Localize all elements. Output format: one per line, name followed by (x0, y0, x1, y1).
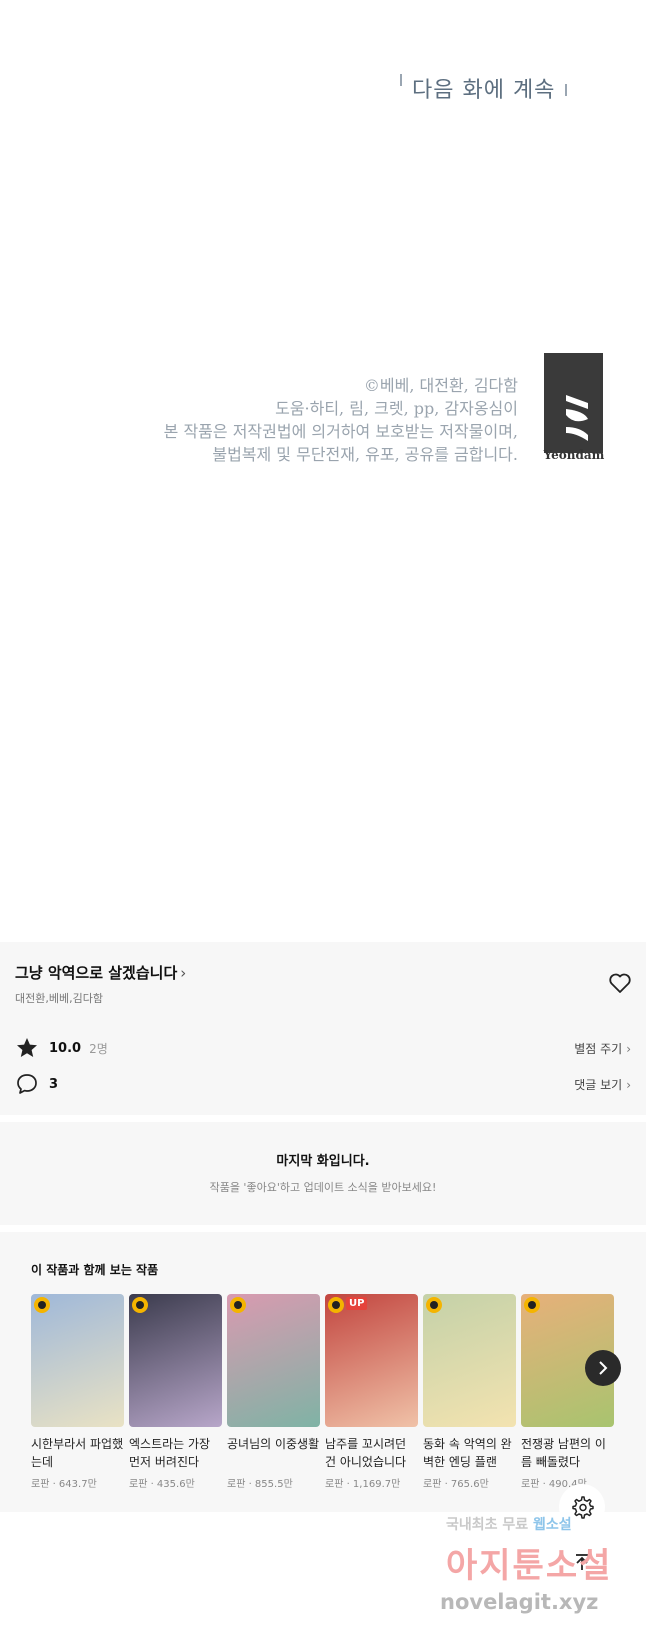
star-icon (17, 1038, 37, 1057)
settings-button[interactable] (559, 1484, 605, 1530)
comment-icon (17, 1074, 37, 1094)
to-be-continued-banner: 다음 화에 계속 (400, 72, 568, 104)
to-be-continued-text: 다음 화에 계속 (412, 78, 556, 103)
cover-thumbnail: UP (325, 1294, 418, 1427)
series-authors: 대전환,베베,김다함 (15, 992, 103, 1005)
clock-icon (34, 1297, 50, 1313)
heart-icon[interactable] (608, 972, 632, 994)
credit-line: 본 작품은 저작권법에 의거하여 보호받는 저작물이며, (163, 422, 518, 441)
up-badge: UP (346, 1297, 368, 1310)
last-episode-notice: 마지막 화입니다. 작품을 '좋아요'하고 업데이트 소식을 받아보세요! (0, 1122, 646, 1225)
watermark-line1a: 국내최초 무료 (446, 1517, 529, 1533)
clock-icon (524, 1297, 540, 1313)
chevron-right-icon: › (180, 964, 187, 982)
clock-icon (132, 1297, 148, 1313)
recommendation-card[interactable]: 시한부라서 파업했는데 로판 · 643.7만 (31, 1294, 124, 1490)
watermark-line1: 국내최초 무료 웹소설 (446, 1514, 572, 1534)
card-title: 남주를 꼬시려던 건 아니었습니다 (325, 1437, 407, 1469)
rate-button[interactable]: 별점 주기 › (574, 1040, 631, 1057)
card-title: 전쟁광 남편의 이름 빼돌렸다 (521, 1437, 606, 1469)
comment-row: 3 댓글 보기 › (15, 1072, 631, 1096)
last-episode-title: 마지막 화입니다. (276, 1154, 370, 1169)
site-watermark: 국내최초 무료 웹소설 아지툰소설 novelagit.xyz (440, 1510, 646, 1626)
chevron-right-icon: › (626, 1077, 631, 1092)
last-episode-subtitle: 작품을 '좋아요'하고 업데이트 소식을 받아보세요! (209, 1181, 437, 1194)
clock-icon (230, 1297, 246, 1313)
card-title: 공녀님의 이중생활 (227, 1437, 320, 1451)
recommendation-card[interactable]: 전쟁광 남편의 이름 빼돌렸다 로판 · 490.4만 (521, 1294, 614, 1490)
recommendation-card[interactable]: 엑스트라는 가장 먼저 버려진다 로판 · 435.6만 (129, 1294, 222, 1490)
series-title: 그냥 악역으로 살겠습니다 (15, 964, 178, 982)
cover-thumbnail (31, 1294, 124, 1427)
card-meta: 로판 · 435.6만 (129, 1479, 195, 1490)
credit-line: 불법복제 및 무단전재, 유포, 공유를 금합니다. (212, 445, 518, 464)
rating-score: 10.0 (49, 1040, 82, 1056)
view-comments-label: 댓글 보기 (574, 1077, 623, 1092)
clock-icon (328, 1297, 344, 1313)
card-meta: 로판 · 855.5만 (227, 1479, 293, 1490)
recommendation-card[interactable]: 동화 속 악역의 완벽한 엔딩 플랜 로판 · 765.6만 (423, 1294, 516, 1490)
view-comments-button[interactable]: 댓글 보기 › (574, 1076, 631, 1093)
rate-button-label: 별점 주기 (574, 1041, 623, 1056)
recommendation-card[interactable]: UP 남주를 꼬시려던 건 아니었습니다 로판 · 1,169.7만 (325, 1294, 418, 1490)
gear-icon (572, 1496, 594, 1519)
chevron-right-icon: › (626, 1041, 631, 1056)
rater-count: 2명 (89, 1041, 108, 1056)
comment-count: 3 (49, 1076, 59, 1092)
watermark-line3: novelagit.xyz (440, 1590, 599, 1614)
card-title: 동화 속 악역의 완벽한 엔딩 플랜 (423, 1437, 512, 1469)
card-meta: 로판 · 1,169.7만 (325, 1479, 401, 1490)
chevron-right-icon (599, 1361, 608, 1375)
scroll-to-top-button[interactable] (559, 1539, 605, 1585)
arrow-up-icon (576, 1554, 588, 1570)
recommendations-heading: 이 작품과 함께 보는 작품 (31, 1263, 159, 1277)
recommendations-section: 이 작품과 함께 보는 작품 시한부라서 파업했는데 로판 · 643.7만 엑… (0, 1232, 646, 1512)
comic-end-panel: 다음 화에 계속 ©베베, 대전환, 김다함 도움·하티, 림, 크렛, pp,… (0, 0, 646, 942)
series-title-link[interactable]: 그냥 악역으로 살겠습니다 › (15, 962, 186, 983)
credit-line: 도움·하티, 림, 크렛, pp, 감자옹심이 (275, 399, 518, 418)
recommendation-card[interactable]: 공녀님의 이중생활 로판 · 855.5만 (227, 1294, 320, 1490)
series-info-panel: 그냥 악역으로 살겠습니다 › 대전환,베베,김다함 10.0 2명 별점 주기 ›… (0, 942, 646, 1115)
recommendation-carousel: 시한부라서 파업했는데 로판 · 643.7만 엑스트라는 가장 먼저 버려진다… (31, 1294, 614, 1504)
cover-thumbnail (227, 1294, 320, 1427)
copyright-credits: ©베베, 대전환, 김다함 도움·하티, 림, 크렛, pp, 감자옹심이 본 … (164, 374, 518, 466)
card-title: 엑스트라는 가장 먼저 버려진다 (129, 1437, 211, 1469)
cover-thumbnail (129, 1294, 222, 1427)
carousel-next-button[interactable] (585, 1350, 621, 1386)
credit-line: ©베베, 대전환, 김다함 (363, 376, 518, 395)
card-title: 시한부라서 파업했는데 (31, 1437, 124, 1469)
clock-icon (426, 1297, 442, 1313)
card-meta: 로판 · 765.6만 (423, 1479, 489, 1490)
rating-row: 10.0 2명 별점 주기 › (15, 1036, 631, 1060)
cover-thumbnail (423, 1294, 516, 1427)
card-meta: 로판 · 643.7만 (31, 1479, 97, 1490)
publisher-name: Yeondam (543, 448, 605, 462)
